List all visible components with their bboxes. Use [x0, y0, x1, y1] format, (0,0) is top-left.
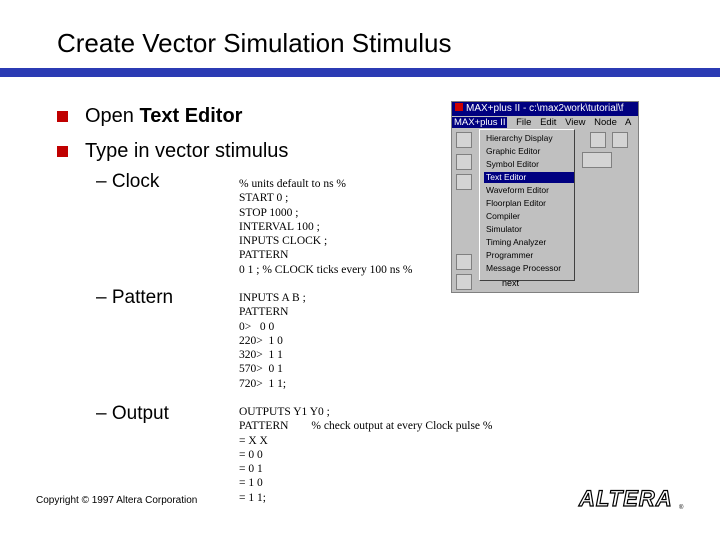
- slide-title: Create Vector Simulation Stimulus: [57, 28, 452, 58]
- menu-item-compiler[interactable]: Compiler: [484, 211, 574, 222]
- sub-output-label: – Output: [96, 403, 169, 424]
- menu-maxplus[interactable]: MAX+plus II: [452, 117, 508, 128]
- altera-logo: ALTERA ®: [577, 485, 684, 511]
- title-rule: [0, 68, 720, 77]
- toolbar-text-icon[interactable]: [456, 174, 472, 190]
- toolbar-fit-icon[interactable]: [456, 274, 472, 290]
- menubar: MAX+plus II File Edit View Node A: [452, 116, 638, 129]
- logo-text: ALTERA: [578, 486, 673, 511]
- toolbar-undo-icon[interactable]: [590, 132, 606, 148]
- toolbar-nav-arrows-icon[interactable]: [582, 152, 612, 168]
- menu-item-waveform-editor[interactable]: Waveform Editor: [484, 185, 574, 196]
- maxplus-dropdown: Hierarchy Display Graphic Editor Symbol …: [479, 129, 575, 281]
- window-titlebar: MAX+plus II - c:\max2work\tutorial\f: [452, 102, 638, 116]
- toolbar-new-icon[interactable]: [456, 132, 472, 148]
- code-output: OUTPUTS Y1 Y0 ; PATTERN % check output a…: [239, 406, 493, 504]
- copyright: Copyright © 1997 Altera Corporation: [36, 495, 198, 506]
- menu-a[interactable]: A: [625, 117, 631, 128]
- menu-item-floorplan-editor[interactable]: Floorplan Editor: [484, 198, 574, 209]
- menu-item-graphic-editor[interactable]: Graphic Editor: [484, 146, 574, 157]
- svg-text:®: ®: [679, 504, 684, 511]
- sub-clock-label: – Clock: [96, 171, 160, 192]
- next-label: next: [502, 278, 520, 288]
- menu-item-symbol-editor[interactable]: Symbol Editor: [484, 159, 574, 170]
- menu-item-timing-analyzer[interactable]: Timing Analyzer: [484, 237, 574, 248]
- menu-item-text-editor[interactable]: Text Editor: [484, 172, 574, 183]
- window-title: MAX+plus II - c:\max2work\tutorial\f: [466, 103, 624, 114]
- bullet-open-text-editor: Open Text Editor: [57, 105, 242, 128]
- menu-item-simulator[interactable]: Simulator: [484, 224, 574, 235]
- maxplus-screenshot: MAX+plus II - c:\max2work\tutorial\f MAX…: [451, 101, 639, 293]
- toolbar-help-icon[interactable]: [612, 132, 628, 148]
- toolbar-zoom-icon[interactable]: [456, 254, 472, 270]
- code-clock: % units default to ns % START 0 ; STOP 1…: [239, 178, 413, 276]
- toolbar-arrow-icon[interactable]: [456, 154, 472, 170]
- bullet-prefix: Open: [85, 105, 134, 127]
- bullet-square-icon: [57, 146, 68, 157]
- menu-edit[interactable]: Edit: [540, 117, 556, 128]
- bullet-type-vector: Type in vector stimulus: [57, 140, 288, 163]
- menu-view[interactable]: View: [565, 117, 585, 128]
- menu-item-message-processor[interactable]: Message Processor: [484, 263, 574, 274]
- menu-item-programmer[interactable]: Programmer: [484, 250, 574, 261]
- bullet-text: Type in vector stimulus: [85, 140, 289, 162]
- sub-pattern-label: – Pattern: [96, 287, 174, 308]
- app-icon: [455, 103, 463, 111]
- menu-item-hierarchy-display[interactable]: Hierarchy Display: [484, 133, 574, 144]
- bullet-bold: Text Editor: [139, 105, 243, 127]
- code-pattern: INPUTS A B ; PATTERN 0> 0 0 220> 1 0 320…: [239, 292, 306, 390]
- menu-node[interactable]: Node: [594, 117, 617, 128]
- bullet-square-icon: [57, 111, 68, 122]
- menu-file[interactable]: File: [516, 117, 531, 128]
